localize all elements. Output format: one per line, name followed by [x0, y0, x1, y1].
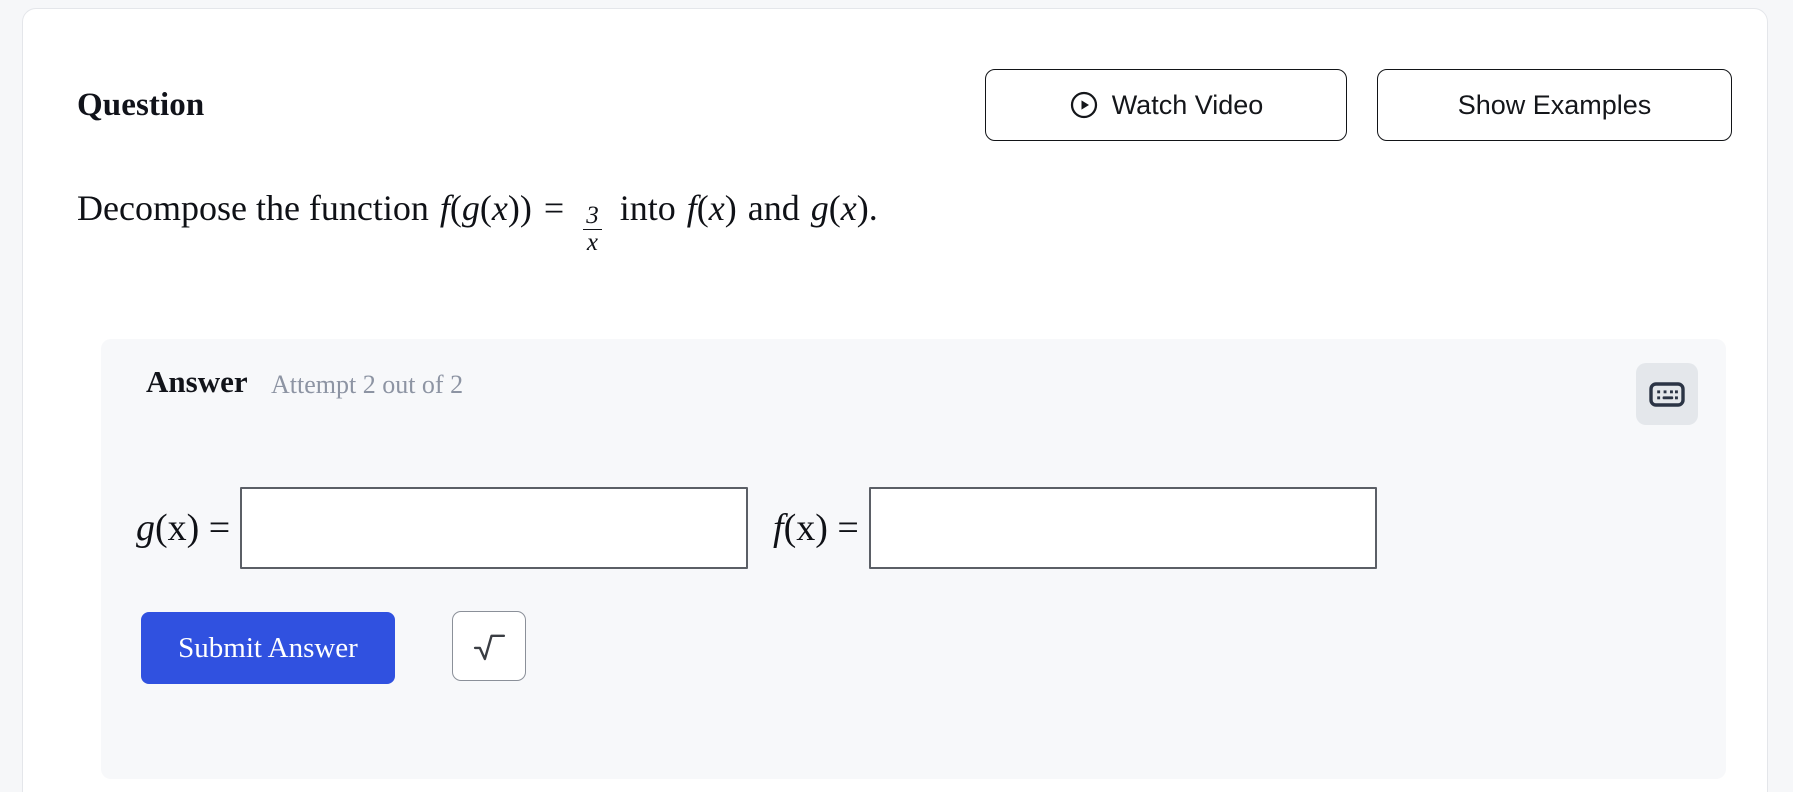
question-statement: Decompose the function f ( g ( x ) ) = 3… — [77, 187, 878, 257]
math-gx-x: x — [840, 188, 857, 228]
play-circle-icon — [1069, 90, 1099, 120]
math-f: f — [439, 188, 450, 228]
math-paren-close-2: ) — [507, 188, 520, 228]
math-fx-paren-close: ) — [724, 188, 737, 228]
math-fraction: 3 x — [582, 202, 603, 257]
math-paren-open-1: ( — [449, 188, 462, 228]
statement-prefix: Decompose the function — [77, 188, 429, 228]
math-equals: = — [543, 188, 565, 228]
square-root-keypad-button[interactable] — [452, 611, 526, 681]
fx-input[interactable] — [868, 487, 1377, 569]
submit-answer-button[interactable]: Submit Answer — [141, 612, 395, 684]
math-fx-x: x — [708, 188, 725, 228]
show-examples-label: Show Examples — [1457, 89, 1652, 120]
page-title: Question — [77, 87, 205, 123]
fx-label: f(x) = — [773, 507, 859, 549]
show-examples-button[interactable]: Show Examples — [1377, 69, 1732, 141]
watch-video-button[interactable]: Watch Video — [985, 69, 1347, 141]
math-paren-close-1: ) — [519, 188, 532, 228]
math-fx-f: f — [686, 188, 697, 228]
square-root-icon — [470, 627, 508, 665]
math-fx-paren-open: ( — [696, 188, 709, 228]
question-card: Question Watch Video Show Examples Decom… — [22, 8, 1768, 792]
gx-label: g(x) = — [136, 507, 231, 549]
statement-middle: into — [619, 188, 676, 228]
question-header: Question Watch Video Show Examples — [77, 59, 1732, 149]
math-g: g — [461, 188, 480, 228]
math-gx-paren-open: ( — [828, 188, 841, 228]
math-gx-g: g — [810, 188, 829, 228]
math-gx-paren-close: ) — [856, 188, 869, 228]
keyboard-toggle-button[interactable] — [1636, 363, 1698, 425]
gx-answer-row: g(x) = — [136, 487, 749, 569]
statement-conjunction: and — [747, 188, 800, 228]
answer-title: Answer — [146, 364, 248, 399]
page-root: Question Watch Video Show Examples Decom… — [0, 0, 1793, 792]
math-paren-open-2: ( — [479, 188, 492, 228]
gx-input[interactable] — [240, 487, 749, 569]
attempt-counter: Attempt 2 out of 2 — [271, 370, 464, 399]
math-x-1: x — [491, 188, 508, 228]
answer-panel: Answer Attempt 2 out of 2 g(x) = f(x) = … — [101, 339, 1726, 779]
fraction-numerator: 3 — [586, 202, 599, 229]
watch-video-label: Watch Video — [1111, 89, 1264, 120]
fx-answer-row: f(x) = — [773, 487, 1377, 569]
keyboard-icon — [1649, 381, 1685, 408]
statement-period: . — [868, 188, 878, 228]
fraction-denominator: x — [582, 229, 603, 256]
